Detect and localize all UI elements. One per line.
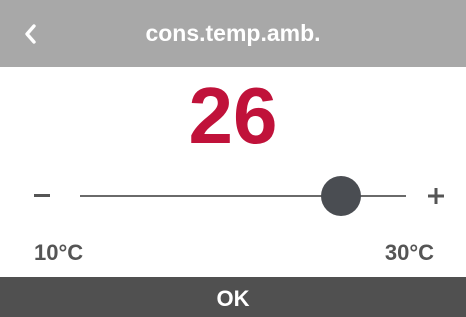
increase-button[interactable]: [418, 176, 454, 216]
setpoint-value: 26: [188, 71, 278, 160]
page-title: cons.temp.amb.: [145, 20, 321, 46]
slider-thumb[interactable]: [320, 176, 361, 216]
header-bar: cons.temp.amb.: [0, 0, 466, 67]
ok-button[interactable]: OK: [0, 277, 466, 317]
plus-icon: [428, 188, 444, 204]
decrease-button[interactable]: [24, 176, 60, 216]
back-button[interactable]: [12, 16, 48, 52]
temperature-slider[interactable]: [80, 176, 406, 216]
chevron-left-icon: [25, 24, 36, 44]
thermostat-screen: cons.temp.amb. 26 10°C 30°C OK: [0, 0, 466, 317]
ok-label: OK: [216, 286, 250, 311]
range-min-label: 10°C: [34, 240, 84, 265]
minus-icon: [34, 194, 50, 197]
range-max-label: 30°C: [384, 240, 434, 265]
